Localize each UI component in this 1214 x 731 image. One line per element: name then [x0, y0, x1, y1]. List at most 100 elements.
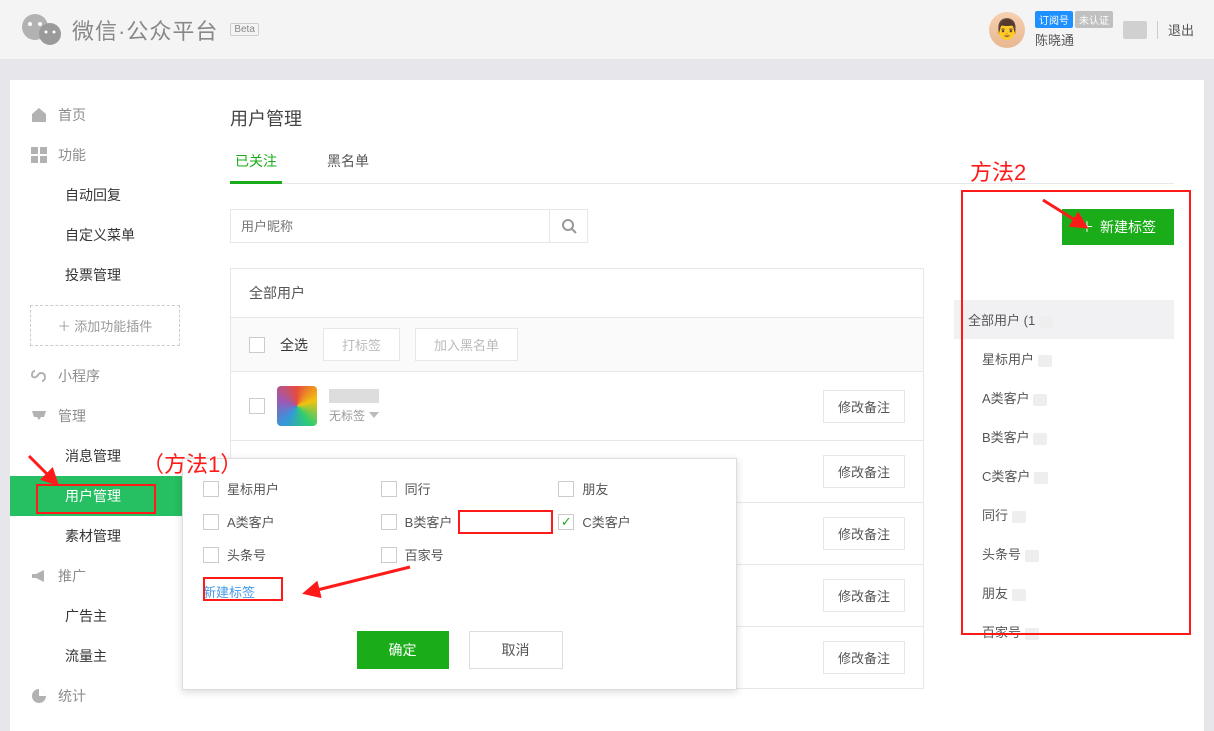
sidebar-label: 功能 — [58, 145, 86, 165]
sidebar-item-auto-reply[interactable]: 自动回复 — [10, 175, 200, 215]
tag-check-a-customer[interactable]: A类客户 — [203, 512, 361, 531]
tag-list-item[interactable]: 星标用户 — [954, 339, 1174, 378]
user-nickname — [329, 389, 379, 403]
tag-list: 全部用户 (1 星标用户 A类客户 B类客户 C类客户 同行 头条号 朋友 百家… — [954, 245, 1174, 651]
logout-link[interactable]: 退出 — [1168, 20, 1194, 39]
miniapp-icon — [30, 367, 48, 385]
sidebar-label: 统计 — [58, 686, 86, 706]
divider — [1157, 21, 1158, 39]
home-icon — [30, 106, 48, 124]
tag-count-blur — [1039, 316, 1053, 328]
tab-followed[interactable]: 已关注 — [230, 151, 282, 183]
checkbox[interactable] — [203, 481, 219, 497]
sidebar-item-traffic[interactable]: 流量主 — [10, 636, 200, 676]
sidebar-add-plugin[interactable]: ＋ 添加功能插件 — [30, 305, 180, 346]
panel-header-all-users: 全部用户 — [231, 269, 923, 318]
tag-check-b-customer[interactable]: B类客户 — [381, 512, 539, 531]
content: 用户管理 已关注 黑名单 全部用户 全选 打标签 — [200, 80, 1204, 731]
sidebar-item-promotion[interactable]: 推广 — [10, 556, 200, 596]
new-tag-button[interactable]: ＋ 新建标签 — [1062, 209, 1174, 245]
new-tag-link[interactable]: 新建标签 — [203, 585, 255, 600]
tag-list-item[interactable]: 同行 — [954, 495, 1174, 534]
sidebar-item-home[interactable]: 首页 — [10, 95, 200, 135]
sidebar-item-material[interactable]: 素材管理 — [10, 516, 200, 556]
tag-list-item[interactable]: A类客户 — [954, 378, 1174, 417]
sidebar-item-msg-manage[interactable]: 消息管理 — [10, 436, 200, 476]
sidebar-label: 推广 — [58, 566, 86, 586]
search-row — [230, 209, 924, 243]
checkbox[interactable] — [558, 481, 574, 497]
tag-check-peer[interactable]: 同行 — [381, 479, 539, 498]
beta-tag: Beta — [230, 23, 259, 36]
confirm-button[interactable]: 确定 — [357, 631, 449, 669]
tag-list-item[interactable]: 头条号 — [954, 534, 1174, 573]
sidebar-item-vote[interactable]: 投票管理 — [10, 255, 200, 295]
badge-subscribe: 订阅号 — [1035, 11, 1073, 28]
edit-remark-button[interactable]: 修改备注 — [823, 579, 905, 612]
action-row: 全选 打标签 加入黑名单 — [231, 318, 923, 372]
edit-remark-button[interactable]: 修改备注 — [823, 641, 905, 674]
plus-icon: ＋ — [1080, 217, 1094, 237]
header-right: 👨 订阅号 未认证 陈晓通 退出 — [989, 11, 1194, 49]
user-avatar[interactable]: 👨 — [989, 12, 1025, 48]
select-all-checkbox[interactable] — [249, 337, 265, 353]
user-checkbox[interactable] — [249, 398, 265, 414]
checkbox[interactable] — [203, 547, 219, 563]
tag-check-c-customer[interactable]: C类客户 — [558, 512, 716, 531]
pie-icon — [30, 687, 48, 705]
sidebar-item-miniapp[interactable]: 小程序 — [10, 356, 200, 396]
logo-text: 微信·公众平台 — [72, 14, 218, 46]
checkbox[interactable] — [381, 547, 397, 563]
wechat-logo-icon — [20, 12, 64, 48]
tag-check-friend[interactable]: 朋友 — [558, 479, 716, 498]
edit-remark-button[interactable]: 修改备注 — [823, 517, 905, 550]
tag-check-baijia[interactable]: 百家号 — [381, 545, 539, 564]
chevron-down-icon — [369, 412, 379, 418]
tag-sidebar: ＋ 新建标签 全部用户 (1 星标用户 A类客户 B类客户 C类客户 同行 — [954, 209, 1174, 689]
sidebar: 首页 功能 自动回复 自定义菜单 投票管理 ＋ 添加功能插件 小程序 管理 消息… — [10, 80, 200, 731]
sidebar-item-stats[interactable]: 统计 — [10, 676, 200, 716]
search-input[interactable] — [230, 209, 550, 243]
edit-remark-button[interactable]: 修改备注 — [823, 390, 905, 423]
tag-list-item[interactable]: 百家号 — [954, 612, 1174, 651]
tabs: 已关注 黑名单 — [230, 151, 1174, 184]
mail-icon[interactable] — [1123, 21, 1147, 39]
tag-list-item[interactable]: B类客户 — [954, 417, 1174, 456]
user-row-avatar — [277, 386, 317, 426]
tag-button[interactable]: 打标签 — [323, 328, 400, 361]
user-row: 无标签 修改备注 — [231, 372, 923, 441]
sidebar-item-manage[interactable]: 管理 — [10, 396, 200, 436]
cancel-button[interactable]: 取消 — [469, 631, 563, 669]
inbox-icon — [30, 407, 48, 425]
search-button[interactable] — [550, 209, 588, 243]
checkbox[interactable] — [381, 514, 397, 530]
checkbox[interactable] — [381, 481, 397, 497]
logo-area: 微信·公众平台 Beta — [20, 12, 259, 48]
page-title: 用户管理 — [230, 105, 1174, 131]
sidebar-item-custom-menu[interactable]: 自定义菜单 — [10, 215, 200, 255]
blacklist-button[interactable]: 加入黑名单 — [415, 328, 518, 361]
edit-remark-button[interactable]: 修改备注 — [823, 455, 905, 488]
checkbox-checked[interactable] — [558, 514, 574, 530]
search-icon — [561, 218, 577, 234]
sidebar-item-features[interactable]: 功能 — [10, 135, 200, 175]
account-badges: 订阅号 未认证 陈晓通 — [1035, 11, 1113, 49]
tag-check-toutiao[interactable]: 头条号 — [203, 545, 361, 564]
user-tag-label[interactable]: 无标签 — [329, 407, 811, 424]
tag-check-star[interactable]: 星标用户 — [203, 479, 361, 498]
tag-list-item-all[interactable]: 全部用户 (1 — [954, 300, 1174, 339]
tag-list-item[interactable]: 朋友 — [954, 573, 1174, 612]
username[interactable]: 陈晓通 — [1035, 30, 1113, 49]
megaphone-icon — [30, 567, 48, 585]
tab-blacklist[interactable]: 黑名单 — [322, 151, 374, 183]
header-bar: 微信·公众平台 Beta 👨 订阅号 未认证 陈晓通 退出 — [0, 0, 1214, 60]
sidebar-item-advertiser[interactable]: 广告主 — [10, 596, 200, 636]
sidebar-item-user-manage[interactable]: 用户管理 — [10, 476, 200, 516]
tag-list-item[interactable]: C类客户 — [954, 456, 1174, 495]
page-wrap: 首页 功能 自动回复 自定义菜单 投票管理 ＋ 添加功能插件 小程序 管理 消息… — [0, 60, 1214, 731]
sidebar-label: 小程序 — [58, 366, 100, 386]
tag-popup: 星标用户 同行 朋友 A类客户 B类客户 C类客户 头条号 百家号 新建标签 确… — [182, 458, 737, 690]
checkbox[interactable] — [203, 514, 219, 530]
sidebar-label: 首页 — [58, 105, 86, 125]
select-all-label: 全选 — [280, 335, 308, 355]
